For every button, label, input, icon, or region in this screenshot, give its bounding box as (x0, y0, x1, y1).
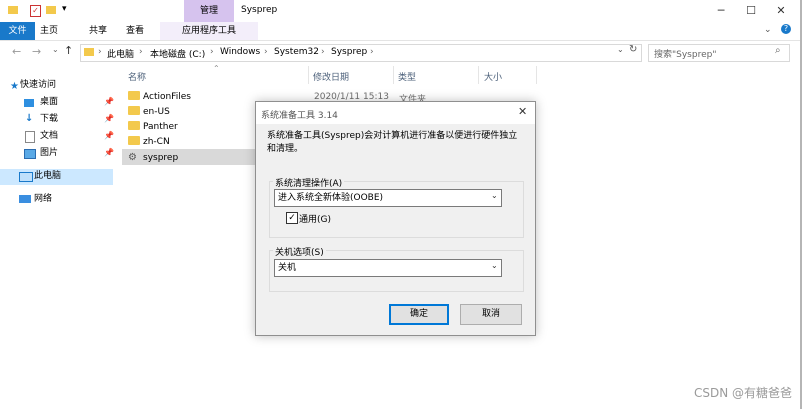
pin-icon: 📌 (104, 131, 114, 140)
column-header-type[interactable]: 类型 (398, 70, 416, 83)
close-button[interactable]: ✕ (766, 0, 796, 22)
dialog-description: 系统准备工具(Sysprep)会对计算机进行准备以便进行硬件独立和清理。 (267, 131, 518, 154)
folder-icon (128, 136, 140, 145)
list-item[interactable]: ActionFiles (128, 90, 191, 105)
pin-icon: 📌 (104, 97, 114, 106)
search-placeholder: 搜索"Sysprep" (654, 50, 717, 60)
pin-icon: 📌 (104, 114, 114, 123)
network-icon (19, 195, 31, 203)
tab-share[interactable]: 共享 (86, 22, 110, 40)
crumb-system32[interactable]: System32 (274, 47, 319, 57)
shutdown-select[interactable]: 关机 (274, 259, 502, 277)
chevron-down-icon[interactable]: ⌄ (491, 261, 498, 270)
desktop-icon (24, 99, 34, 107)
generalize-label: 通用(G) (299, 215, 331, 225)
title-bar (0, 0, 802, 22)
up-icon[interactable]: ↑ (64, 44, 73, 57)
cleanup-select-value: 进入系统全新体验(OOBE) (278, 193, 384, 203)
download-icon: ↓ (25, 113, 34, 124)
forward-icon[interactable]: → (32, 45, 41, 58)
crumb-this-pc[interactable]: 此电脑 (107, 47, 134, 60)
help-icon[interactable]: ? (781, 24, 791, 34)
file-name: sysprep (143, 153, 179, 163)
nav-network[interactable]: 网络 (34, 192, 52, 207)
ribbon-tabs (0, 22, 802, 41)
nav-item-documents[interactable]: 文档 (40, 129, 58, 144)
nav-item-downloads[interactable]: 下载 (40, 112, 58, 127)
maximize-button[interactable]: ☐ (736, 0, 766, 22)
file-name: zh-CN (143, 137, 170, 147)
chevron-down-icon[interactable]: ⌄ (491, 191, 498, 200)
file-name: Panther (143, 122, 178, 132)
file-name: ActionFiles (143, 92, 191, 102)
list-item[interactable]: ⚙ sysprep (128, 150, 178, 165)
sysprep-dialog: 系统准备工具 3.14 ✕ 系统准备工具(Sysprep)会对计算机进行准备以便… (255, 101, 536, 336)
tab-file[interactable]: 文件 (0, 22, 35, 40)
list-item[interactable]: Panther (128, 120, 178, 135)
documents-icon (25, 131, 35, 143)
cleanup-select[interactable]: 进入系统全新体验(OOBE) (274, 189, 502, 207)
list-item[interactable]: en-US (128, 105, 170, 120)
nav-item-pictures[interactable]: 图片 (40, 146, 58, 161)
recent-locations-icon[interactable]: ⌄ (52, 45, 59, 54)
sort-indicator-icon: ⌃ (213, 64, 220, 73)
application-icon: ⚙ (128, 152, 137, 163)
nav-item-desktop[interactable]: 桌面 (40, 95, 58, 110)
ok-button[interactable]: 确定 (389, 304, 449, 325)
pictures-icon (24, 149, 36, 159)
column-header-size[interactable]: 大小 (484, 70, 502, 83)
address-dropdown-icon[interactable]: ⌄ (617, 45, 624, 54)
quick-access-toolbar-dropdown-icon[interactable]: ▾ (62, 4, 67, 14)
context-tab-manage: 管理 (184, 0, 234, 22)
column-header-modified[interactable]: 修改日期 (313, 70, 349, 83)
pin-icon: 📌 (104, 148, 114, 157)
folder-icon (128, 121, 140, 130)
cleanup-label: 系统清理操作(A) (273, 176, 345, 189)
star-icon: ★ (10, 81, 19, 92)
crumb-local-disk[interactable]: 本地磁盘 (C:) (150, 47, 205, 60)
new-folder-icon[interactable] (46, 6, 56, 14)
search-icon[interactable]: ⌕ (775, 45, 781, 56)
crumb-windows[interactable]: Windows (220, 47, 260, 57)
dialog-title: 系统准备工具 3.14 (261, 111, 338, 121)
window-title: Sysprep (241, 5, 278, 15)
watermark: CSDN @有糖爸爸 (693, 386, 792, 400)
folder-icon (128, 91, 140, 100)
tab-home[interactable]: 主页 (37, 22, 61, 40)
address-folder-icon (84, 48, 94, 56)
folder-icon (128, 106, 140, 115)
column-header-name[interactable]: 名称 (128, 70, 146, 83)
cancel-button[interactable]: 取消 (460, 304, 522, 325)
minimize-button[interactable]: ─ (706, 0, 736, 22)
expand-ribbon-icon[interactable]: ⌄ (764, 25, 772, 35)
shutdown-select-value: 关机 (278, 263, 297, 273)
list-item[interactable]: zh-CN (128, 135, 170, 150)
nav-this-pc[interactable]: 此电脑 (34, 169, 61, 184)
folder-icon (8, 6, 18, 14)
shutdown-label: 关机选项(S) (273, 245, 326, 258)
properties-icon[interactable]: ✓ (30, 5, 41, 17)
crumb-sysprep[interactable]: Sysprep (331, 47, 367, 57)
dialog-close-button[interactable]: ✕ (518, 105, 527, 118)
tab-application-tools[interactable]: 应用程序工具 (160, 22, 258, 40)
refresh-icon[interactable]: ↻ (629, 44, 637, 55)
this-pc-icon (19, 172, 33, 182)
nav-quick-access[interactable]: 快速访问 (20, 78, 56, 93)
generalize-checkbox[interactable]: ✓ (286, 212, 298, 224)
tab-view[interactable]: 查看 (123, 22, 147, 40)
back-icon[interactable]: ← (12, 45, 21, 58)
file-name: en-US (143, 107, 170, 117)
